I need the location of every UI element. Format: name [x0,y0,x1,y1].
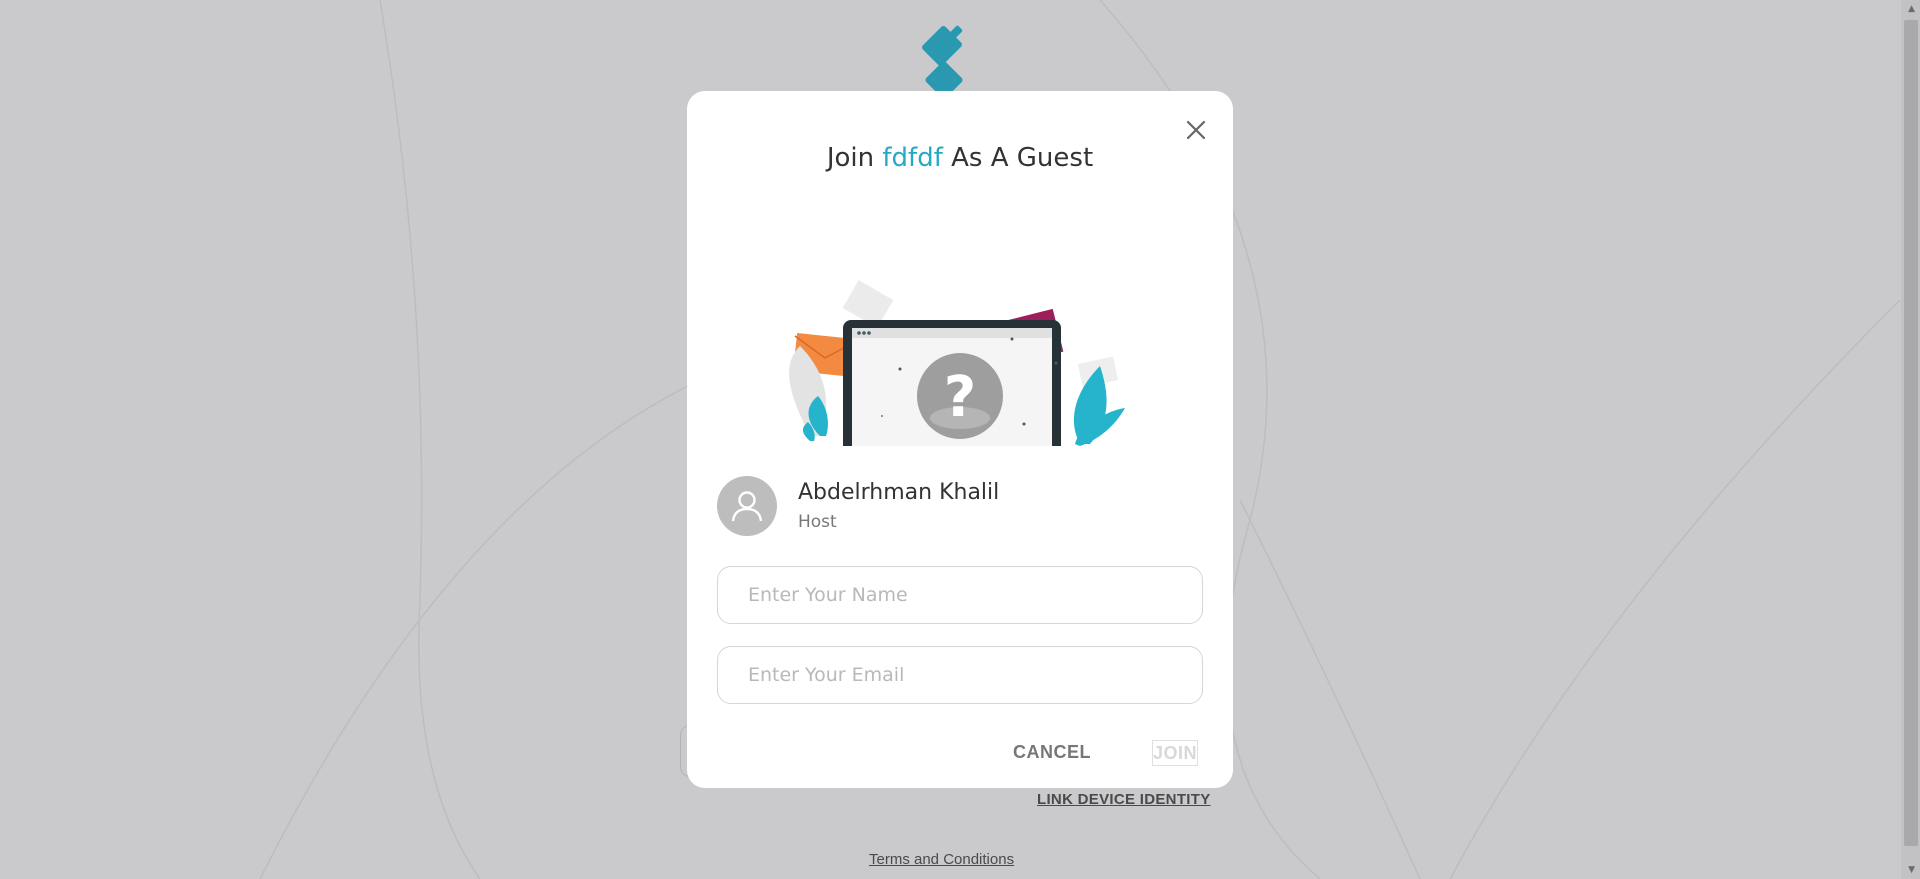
scroll-up-arrow-icon[interactable]: ▲ [1908,4,1915,14]
close-button[interactable] [1181,115,1211,145]
svg-text:?: ? [944,365,976,430]
scroll-down-arrow-icon[interactable]: ▼ [1908,865,1915,875]
close-icon [1186,120,1206,140]
host-role: Host [798,512,837,532]
title-prefix: Join [826,143,883,173]
join-button[interactable]: JOIN [1152,740,1198,766]
scrollbar-thumb[interactable] [1904,20,1918,846]
page-scrollbar[interactable]: ▲ ▼ [1901,0,1920,879]
title-suffix: As A Guest [942,143,1094,173]
link-device-identity-link[interactable]: LINK DEVICE IDENTITY [1037,791,1211,808]
avatar [717,476,777,536]
terms-and-conditions-link[interactable]: Terms and Conditions [869,851,1014,868]
laptop-question-illustration: ? [789,280,1125,446]
cancel-button[interactable]: CANCEL [1007,741,1097,764]
room-name: fdfdf [882,143,943,173]
user-icon [731,491,763,522]
dialog-title: Join fdfdf As A Guest [687,143,1233,173]
host-name: Abdelrhman Khalil [798,480,1000,505]
email-input[interactable] [717,646,1203,704]
app-logo [922,25,963,94]
name-input[interactable] [717,566,1203,624]
join-as-guest-dialog: Join fdfdf As A Guest ? Abdelrhman Khali… [687,91,1233,788]
